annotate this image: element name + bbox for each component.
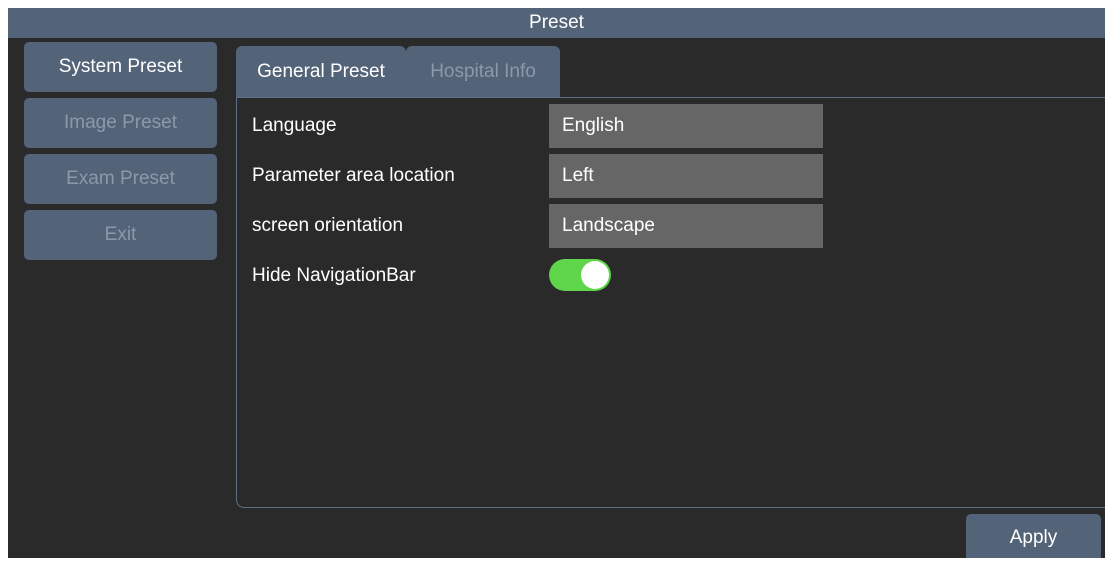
parameter-area-label: Parameter area location — [252, 165, 455, 186]
screen-orientation-select[interactable]: Landscape — [549, 204, 823, 248]
page-title: Preset — [8, 8, 1105, 38]
sidebar-item-exam-preset[interactable]: Exam Preset — [24, 154, 217, 204]
toggle-knob-icon — [581, 261, 609, 289]
tab-hospital-info[interactable]: Hospital Info — [406, 46, 560, 98]
hide-navbar-toggle[interactable] — [549, 259, 611, 291]
sidebar-item-system-preset[interactable]: System Preset — [24, 42, 217, 92]
tab-general-preset[interactable]: General Preset — [236, 46, 406, 98]
sidebar-item-exit[interactable]: Exit — [24, 210, 217, 260]
sidebar-item-image-preset[interactable]: Image Preset — [24, 98, 217, 148]
language-select[interactable]: English — [549, 104, 823, 148]
hide-navbar-label: Hide NavigationBar — [252, 265, 416, 286]
preset-screen: Preset System Preset Image Preset Exam P… — [8, 8, 1105, 558]
apply-button[interactable]: Apply — [966, 514, 1101, 558]
language-label: Language — [252, 115, 337, 136]
screen-orientation-label: screen orientation — [252, 215, 404, 236]
parameter-area-select[interactable]: Left — [549, 154, 823, 198]
